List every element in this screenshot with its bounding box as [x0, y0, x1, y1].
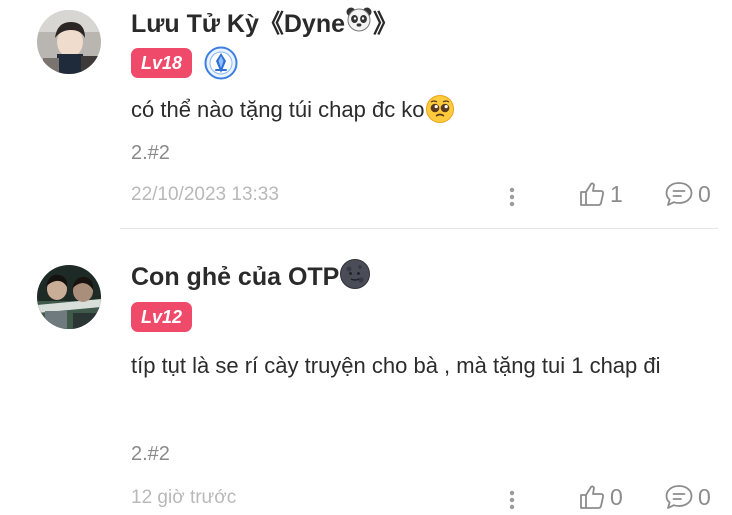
timestamp: 12 giờ trước — [131, 487, 237, 508]
more-options-button[interactable] — [502, 182, 522, 212]
thumbs-up-icon — [580, 485, 604, 509]
username[interactable]: Lưu Tử Kỳ《Dyne 》 — [131, 4, 398, 40]
comment-bubble-icon — [665, 182, 693, 206]
like-button[interactable]: 0 — [578, 483, 623, 511]
level-badge: Lv12 — [131, 302, 193, 332]
reply-button[interactable]: 0 — [664, 180, 711, 208]
comment-item: Con ghẻ của OTP Lv12 típ tụt là se rí cà… — [0, 229, 732, 512]
level-badge: Lv18 — [131, 48, 193, 78]
comment-content: típ tụt là se rí cày truyện cho bà , mà … — [131, 344, 679, 388]
new-moon-face-icon — [339, 258, 371, 297]
username-text: Lưu Tử Kỳ《Dyne — [131, 10, 346, 38]
username-suffix: 》 — [373, 10, 399, 38]
reply-button[interactable]: 0 — [664, 483, 711, 511]
reply-count: 0 — [698, 483, 711, 510]
more-vertical-icon — [509, 490, 515, 510]
floor-number: 2.#2 — [131, 142, 170, 164]
pleading-face-icon — [425, 89, 455, 133]
like-button[interactable]: 1 — [578, 180, 623, 208]
like-count: 0 — [610, 483, 623, 510]
avatar-image — [37, 10, 101, 74]
panda-face-icon — [345, 5, 373, 40]
thumbs-up-icon — [580, 182, 604, 206]
comment-text: típ tụt là se rí cày truyện cho bà , mà … — [131, 353, 661, 378]
reply-count: 0 — [698, 180, 711, 207]
avatar[interactable] — [37, 10, 101, 74]
floor-number: 2.#2 — [131, 443, 170, 465]
timestamp: 22/10/2023 13:33 — [131, 184, 279, 205]
more-options-button[interactable] — [502, 485, 522, 515]
avatar[interactable] — [37, 265, 101, 329]
badges: Lv12 — [131, 302, 193, 332]
comment-bubble-icon — [665, 485, 693, 509]
comment-text: có thể nào tặng túi chap đc ko — [131, 97, 425, 122]
like-count: 1 — [610, 180, 623, 207]
avatar-image — [37, 265, 101, 329]
blue-crest-badge-icon — [204, 46, 238, 80]
username-text: Con ghẻ của OTP — [131, 262, 340, 291]
username[interactable]: Con ghẻ của OTP — [131, 258, 371, 297]
comment-content: có thể nào tặng túi chap đc ko — [131, 88, 691, 133]
badges: Lv18 — [131, 46, 238, 80]
more-vertical-icon — [509, 187, 515, 207]
comment-item: Lưu Tử Kỳ《Dyne 》 Lv18 có thể nào tặng tú… — [0, 0, 732, 228]
